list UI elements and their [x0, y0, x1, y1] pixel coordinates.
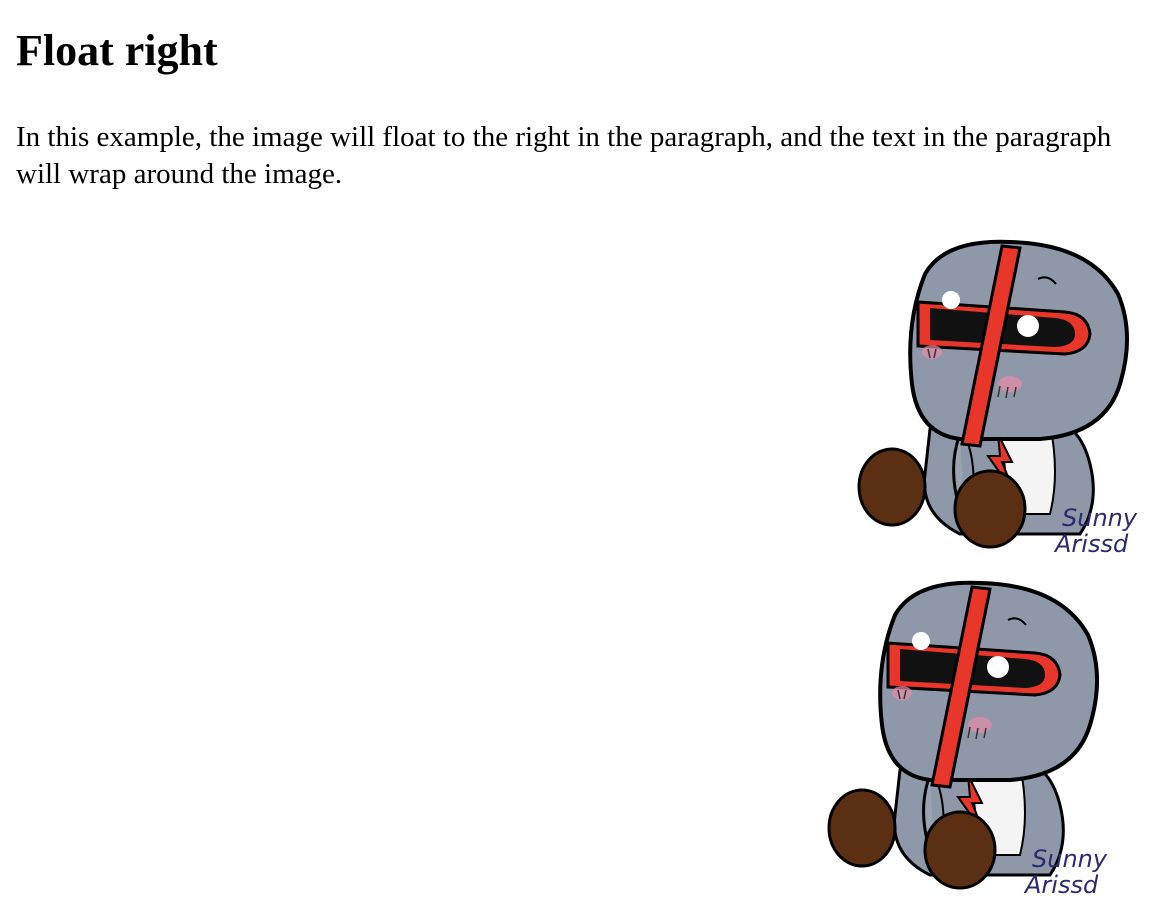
signature-line-1: Sunny: [1032, 845, 1108, 873]
page: Float right In this example, the image w…: [0, 0, 1168, 903]
signature-line-2: Arissd: [1053, 530, 1129, 554]
robot-plush-image: Sunny Arissd: [850, 234, 1160, 554]
intro-paragraph: In this example, the image will float to…: [16, 121, 1112, 190]
signature-line-2: Arissd: [1023, 871, 1099, 895]
robot-illustration: Sunny Arissd: [827, 580, 1108, 895]
robot-plush-image: Sunny Arissd: [820, 575, 1130, 895]
page-title: Float right: [16, 26, 218, 75]
signature-line-1: Sunny: [1062, 504, 1138, 532]
robot-illustration: Sunny Arissd: [857, 239, 1138, 554]
